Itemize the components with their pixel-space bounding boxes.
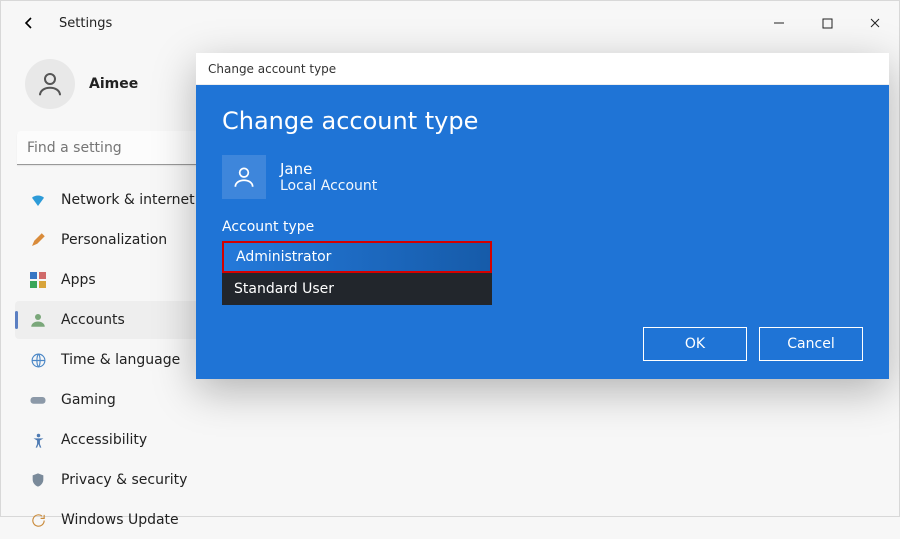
option-standard-user[interactable]: Standard User	[222, 273, 492, 305]
dialog-heading: Change account type	[222, 107, 863, 135]
person-icon	[222, 155, 266, 199]
cancel-button[interactable]: Cancel	[759, 327, 863, 361]
account-type-dropdown[interactable]: Administrator Standard User	[222, 241, 492, 305]
dialog-titlebar: Change account type	[196, 53, 889, 85]
option-administrator[interactable]: Administrator	[222, 241, 492, 273]
field-label-account-type: Account type	[222, 219, 863, 235]
ok-button[interactable]: OK	[643, 327, 747, 361]
modal-layer: Change account type Change account type …	[1, 1, 899, 516]
change-account-type-dialog: Change account type Change account type …	[196, 53, 889, 379]
account-identity: Jane Local Account	[222, 155, 863, 199]
account-name: Jane	[280, 160, 377, 178]
account-type-label: Local Account	[280, 178, 377, 194]
